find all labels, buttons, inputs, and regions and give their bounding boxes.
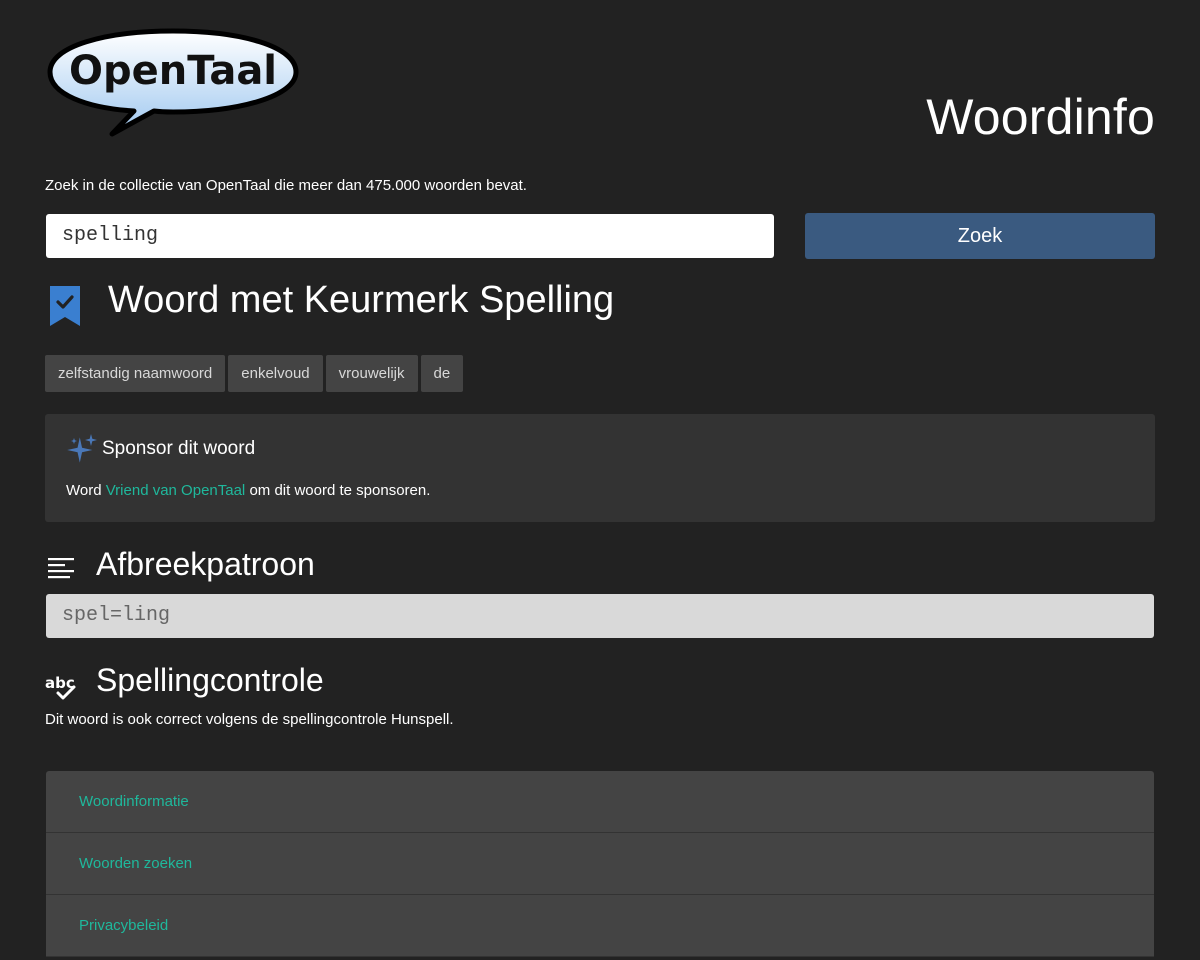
footer-link-woordinformatie[interactable]: Woordinformatie (46, 771, 1154, 833)
logo-text: OpenTaal (69, 48, 277, 94)
tag-number: enkelvoud (228, 355, 323, 392)
search-input[interactable] (46, 214, 774, 258)
speech-bubble-logo: OpenTaal (47, 28, 299, 137)
sponsor-text-after: om dit woord te sponsoren. (245, 482, 431, 499)
sponsor-box: Sponsor dit woord Word Vriend van OpenTa… (45, 414, 1155, 522)
tag-gender: vrouwelijk (325, 355, 418, 392)
page-title: Woordinfo (926, 89, 1155, 145)
sponsor-title: Sponsor dit woord (102, 438, 256, 459)
footer-link-privacybeleid[interactable]: Privacybeleid (46, 895, 1154, 957)
opentaal-logo[interactable]: OpenTaal (46, 28, 300, 140)
vriend-link[interactable]: Vriend van OpenTaal (106, 482, 246, 499)
hyphenation-pattern: spel=ling (46, 594, 1154, 638)
search-button[interactable]: Zoek (805, 213, 1155, 259)
tag-part-of-speech: zelfstandig naamwoord (45, 355, 226, 392)
sponsor-text: Word Vriend van OpenTaal om dit woord te… (66, 482, 430, 499)
spellcheck-text: Dit woord is ook correct volgens de spel… (45, 711, 454, 728)
sparkle-icon (67, 434, 97, 468)
footer-link-woorden-zoeken[interactable]: Woorden zoeken (46, 833, 1154, 895)
sponsor-text-before: Word (66, 482, 106, 499)
page: OpenTaal Woordinfo Zoek in de collectie … (0, 0, 1200, 960)
keurmerk-title: Woord met Keurmerk Spelling (108, 279, 615, 321)
tag-article: de (420, 355, 464, 392)
hyphenation-title: Afbreekpatroon (96, 546, 315, 582)
intro-text: Zoek in de collectie van OpenTaal die me… (45, 177, 527, 194)
footer-nav: Woordinformatie Woorden zoeken Privacybe… (46, 771, 1154, 957)
spellcheck-title: Spellingcontrole (96, 662, 324, 698)
bookmark-check-icon (48, 284, 82, 328)
abc-check-icon: abc (45, 674, 79, 702)
word-tags: zelfstandig naamwoord enkelvoud vrouweli… (45, 355, 464, 392)
text-lines-icon (48, 557, 76, 581)
